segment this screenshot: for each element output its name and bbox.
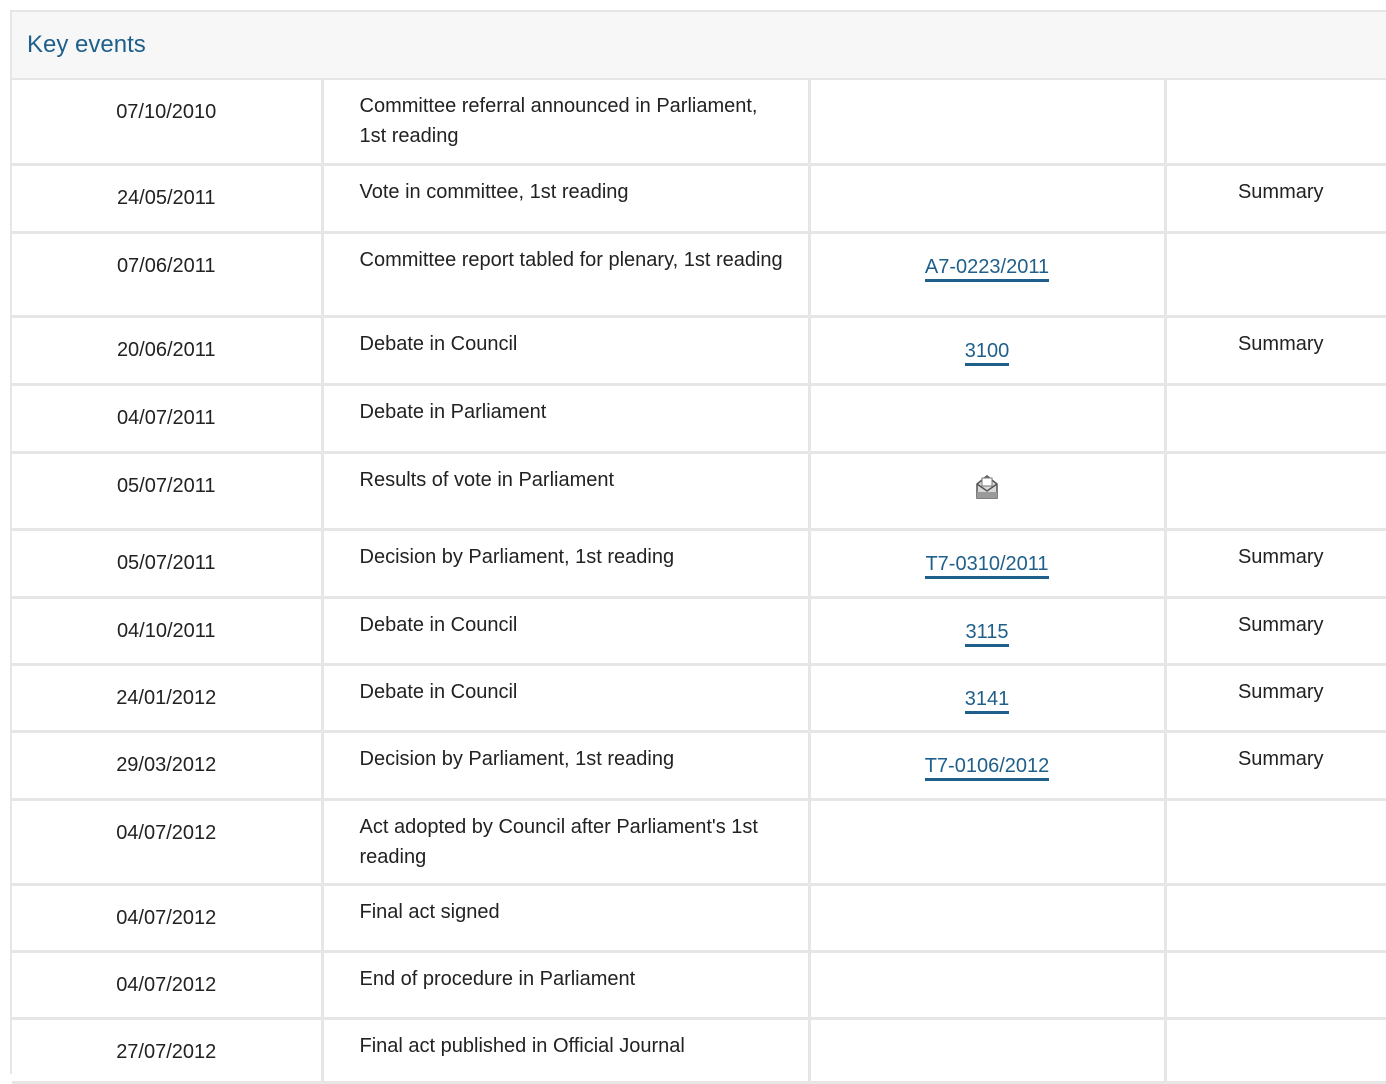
table-row: 24/05/2011 Vote in committee, 1st reading… [12, 164, 1386, 234]
table-row: 04/07/2012 Final act signed [12, 884, 1386, 953]
ballot-box-icon[interactable] [974, 472, 1000, 502]
event-date: 05/07/2011 [12, 452, 322, 531]
event-date: 20/06/2011 [12, 316, 322, 386]
event-document [807, 1018, 1165, 1084]
event-summary[interactable]: Summary [1163, 316, 1386, 386]
event-summary[interactable]: Summary [1163, 731, 1386, 801]
event-date: 07/06/2011 [12, 232, 322, 318]
key-events-panel: Key events 07/10/2010 Committee referral … [10, 10, 1386, 1084]
event-description: Debate in Council [320, 664, 809, 733]
event-summary[interactable]: Summary [1163, 664, 1386, 733]
table-row: 07/10/2010 Committee referral announced i… [12, 80, 1386, 166]
event-date: 04/07/2012 [12, 951, 322, 1020]
event-description: Debate in Parliament [320, 384, 809, 454]
table-row: 05/07/2011 Results of vote in Parliament [12, 452, 1386, 531]
event-description: Debate in Council [320, 597, 809, 666]
event-summary [1163, 452, 1386, 531]
event-document [807, 164, 1165, 234]
document-link[interactable]: 3115 [965, 620, 1009, 647]
event-description: Vote in committee, 1st reading [320, 164, 809, 234]
document-link[interactable]: 3141 [964, 687, 1010, 714]
event-summary [1163, 232, 1386, 318]
table-row: 24/01/2012 Debate in Council 3141 Summary [12, 664, 1386, 733]
event-summary [1163, 80, 1386, 166]
document-link[interactable]: A7-0223/2011 [924, 255, 1050, 282]
table-row: 07/06/2011 Committee report tabled for pl… [12, 232, 1386, 318]
event-date: 24/01/2012 [12, 664, 322, 733]
event-description: Debate in Council [320, 316, 809, 386]
table-row: 05/07/2011 Decision by Parliament, 1st re… [12, 529, 1386, 599]
table-row: 04/07/2011 Debate in Parliament [12, 384, 1386, 454]
event-document: 3115 [807, 597, 1165, 666]
event-document: T7-0106/2012 [807, 731, 1165, 801]
event-document: A7-0223/2011 [807, 232, 1165, 318]
table-row: 04/07/2012 End of procedure in Parliament [12, 951, 1386, 1020]
event-date: 07/10/2010 [12, 80, 322, 166]
table-row: 04/10/2011 Debate in Council 3115 Summary [12, 597, 1386, 666]
event-description: Results of vote in Parliament [320, 452, 809, 531]
event-document [807, 384, 1165, 454]
table-row: 27/07/2012 Final act published in Officia… [12, 1018, 1386, 1084]
key-events-table-body: 07/10/2010 Committee referral announced i… [12, 80, 1386, 1084]
event-summary[interactable]: Summary [1163, 597, 1386, 666]
event-document: 3100 [807, 316, 1165, 386]
event-date: 04/07/2011 [12, 384, 322, 454]
key-events-table: 07/10/2010 Committee referral announced i… [12, 80, 1386, 1084]
event-summary[interactable]: Summary [1163, 529, 1386, 599]
event-summary[interactable]: Summary [1163, 164, 1386, 234]
event-document [807, 951, 1165, 1020]
event-date: 04/07/2012 [12, 884, 322, 953]
event-description: End of procedure in Parliament [320, 951, 809, 1020]
document-link[interactable]: T7-0310/2011 [925, 552, 1049, 579]
document-link[interactable]: T7-0106/2012 [924, 754, 1050, 781]
event-description: Final act published in Official Journal [320, 1018, 809, 1084]
table-row: 29/03/2012 Decision by Parliament, 1st re… [12, 731, 1386, 801]
event-document [807, 799, 1165, 886]
event-document: T7-0310/2011 [807, 529, 1165, 599]
event-document [807, 452, 1165, 531]
table-row: 04/07/2012 Act adopted by Council after P… [12, 799, 1386, 886]
event-description: Decision by Parliament, 1st reading [320, 529, 809, 599]
event-summary [1163, 384, 1386, 454]
event-document [807, 884, 1165, 953]
panel-title: Key events [27, 31, 146, 58]
event-date: 24/05/2011 [12, 164, 322, 234]
event-date: 27/07/2012 [12, 1018, 322, 1084]
event-summary [1163, 799, 1386, 886]
event-description: Committee referral announced in Parliame… [320, 80, 809, 166]
event-summary [1163, 951, 1386, 1020]
event-date: 05/07/2011 [12, 529, 322, 599]
event-document: 3141 [807, 664, 1165, 733]
event-date: 04/10/2011 [12, 597, 322, 666]
event-description: Committee report tabled for plenary, 1st… [320, 232, 809, 318]
event-description: Act adopted by Council after Parliament'… [320, 799, 809, 886]
event-summary [1163, 884, 1386, 953]
panel-header: Key events [12, 12, 1386, 80]
event-date: 29/03/2012 [12, 731, 322, 801]
event-document [807, 80, 1165, 166]
event-date: 04/07/2012 [12, 799, 322, 886]
event-description: Decision by Parliament, 1st reading [320, 731, 809, 801]
event-description: Final act signed [320, 884, 809, 953]
event-summary [1163, 1018, 1386, 1084]
table-row: 20/06/2011 Debate in Council 3100 Summary [12, 316, 1386, 386]
document-link[interactable]: 3100 [964, 339, 1010, 366]
